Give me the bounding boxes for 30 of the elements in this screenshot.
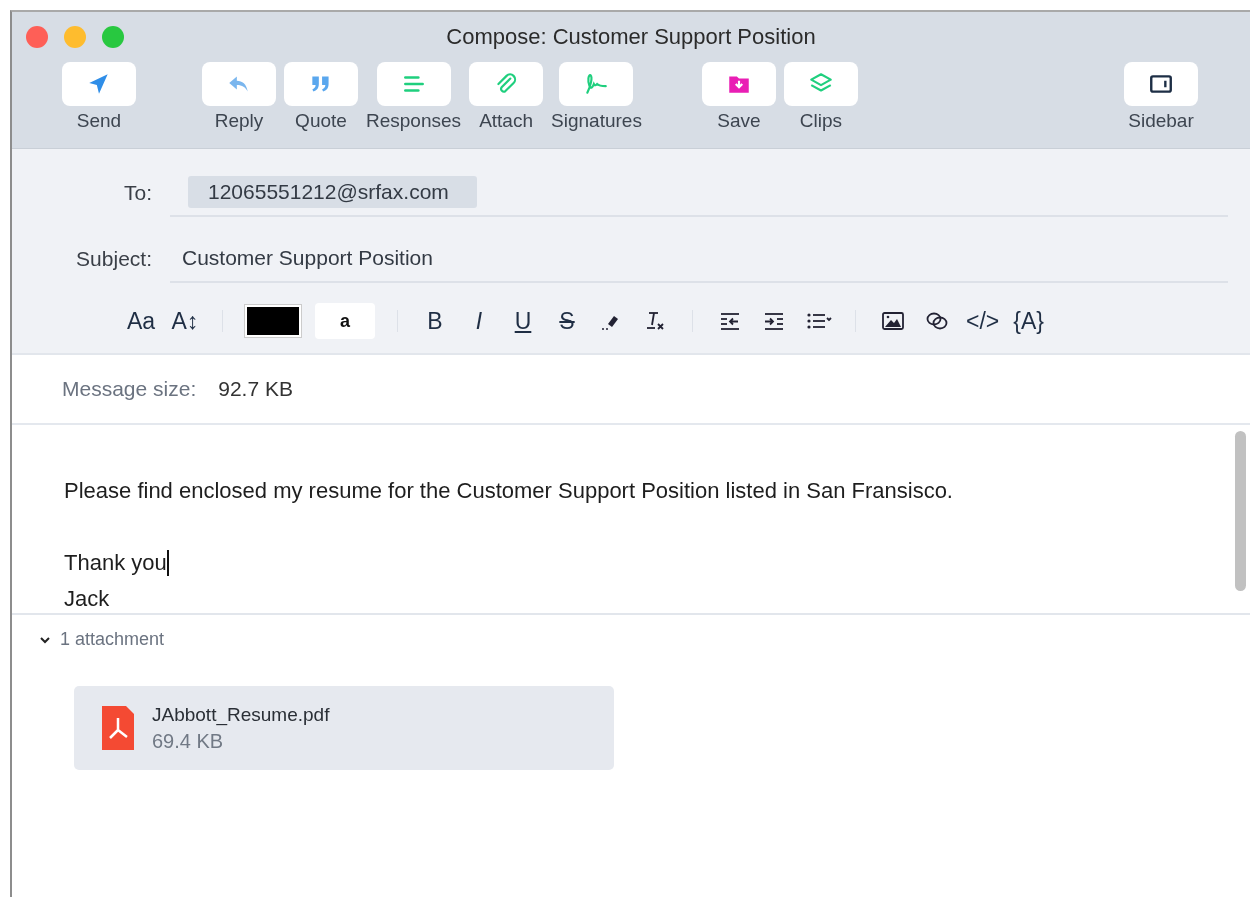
format-button[interactable]: A↕ bbox=[170, 303, 200, 339]
message-size-label: Message size: bbox=[62, 377, 197, 401]
attachment-size: 69.4 KB bbox=[152, 729, 225, 753]
message-size-value: 92.7 KB bbox=[218, 377, 293, 401]
format-button[interactable]: S bbox=[552, 303, 582, 339]
format-button[interactable]: B bbox=[420, 303, 450, 339]
image-icon bbox=[879, 309, 907, 333]
format-button[interactable]: {A} bbox=[1013, 303, 1044, 339]
window-title: Compose: Customer Support Position bbox=[446, 24, 816, 49]
signature-icon bbox=[583, 71, 610, 97]
highlight-color-button[interactable]: a bbox=[315, 303, 375, 339]
attachment-card[interactable]: JAbbott_Resume.pdf 69.4 KB bbox=[74, 686, 614, 770]
subject-field[interactable]: Customer Support Position bbox=[170, 235, 1228, 283]
format-button[interactable]: U bbox=[508, 303, 538, 339]
format-button[interactable]: I bbox=[464, 303, 494, 339]
body-text: Please find enclosed my resume for the Customer Support Position listed in San Fransisco. bbox=[64, 477, 953, 505]
format-button[interactable]: </> bbox=[966, 303, 1000, 339]
body-text: Thank you bbox=[64, 549, 167, 577]
field-label: To: bbox=[123, 181, 153, 205]
body-text: Jack bbox=[64, 585, 110, 613]
text-color-swatch[interactable] bbox=[245, 305, 301, 337]
format-button[interactable]: Aa bbox=[126, 303, 156, 339]
attachment-name: JAbbott_Resume.pdf bbox=[152, 703, 330, 726]
responses-button[interactable]: Responses bbox=[366, 62, 462, 132]
pdf-file-icon bbox=[100, 704, 136, 752]
scrollbar-thumb[interactable] bbox=[1235, 431, 1246, 591]
to-field[interactable]: 12065551212@srfax.com bbox=[170, 169, 1228, 217]
recipient-chip[interactable]: 12065551212@srfax.com bbox=[188, 176, 477, 208]
attachments-toggle[interactable]: 1 attachment bbox=[38, 629, 165, 650]
field-label: Subject: bbox=[75, 247, 153, 271]
